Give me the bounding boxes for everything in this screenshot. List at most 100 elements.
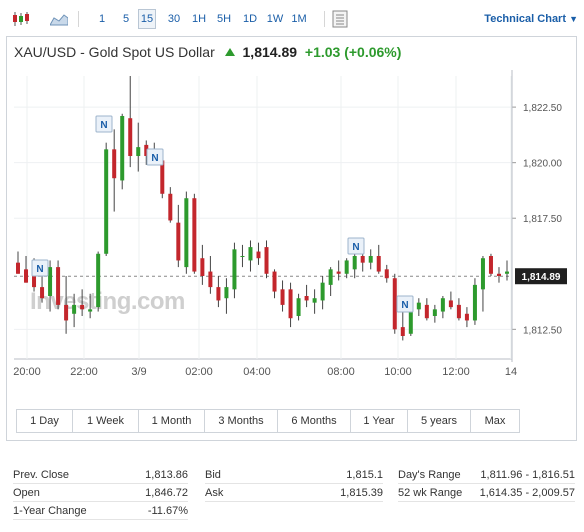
range-1-day[interactable]: 1 Day: [17, 410, 73, 432]
last-price-tag: 1,814.89: [522, 272, 561, 283]
x-tick-label: 04:00: [243, 366, 271, 378]
candle-body: [384, 269, 389, 279]
candle-body: [505, 271, 509, 274]
stat-value: 1,811.96 - 1,816.51: [480, 469, 575, 481]
candle-body: [184, 198, 189, 268]
news-marker-label: N: [100, 120, 107, 131]
stat-row: 1-Year Change -11.67%: [13, 502, 188, 520]
stat-row: Day's Range 1,811.96 - 1,816.51: [398, 466, 575, 484]
candle-body: [304, 296, 309, 301]
stat-label: Bid: [205, 469, 221, 481]
candle-body: [80, 304, 85, 310]
candle-body: [240, 256, 245, 257]
y-tick-label: 1,822.50: [523, 103, 562, 114]
range-1-week[interactable]: 1 Week: [73, 410, 139, 432]
stat-row: 52 wk Range 1,614.35 - 2,009.57: [398, 484, 575, 502]
candle-body: [264, 247, 269, 274]
x-tick-label: 10:00: [384, 366, 412, 378]
candle-body: [16, 262, 20, 274]
candle-body: [288, 289, 293, 319]
candle-body: [48, 267, 53, 296]
candle-body: [488, 256, 493, 274]
candle-body: [464, 313, 469, 321]
candle-body: [480, 258, 485, 290]
range-selector: 1 Day 1 Week 1 Month 3 Months 6 Months 1 Year…: [16, 409, 520, 433]
candle-body: [336, 271, 341, 274]
candle-body: [424, 304, 429, 319]
candle-body: [224, 287, 229, 299]
candle-body: [256, 251, 261, 259]
candle-body: [88, 309, 93, 312]
candle-body: [400, 327, 405, 336]
y-tick-label: 1,812.50: [523, 325, 562, 336]
candle-body: [40, 287, 45, 299]
x-tick-label: 3/9: [131, 366, 146, 378]
stat-label: Prev. Close: [13, 469, 70, 481]
candle-body: [448, 300, 453, 308]
stat-divider: [205, 501, 383, 502]
stat-value: 1,614.35 - 2,009.57: [479, 487, 575, 499]
candle-body: [312, 298, 317, 303]
candle-body: [456, 304, 461, 319]
range-6-months[interactable]: 6 Months: [278, 410, 351, 432]
candle-body: [120, 116, 125, 181]
candle-body: [296, 298, 301, 316]
candle-body: [168, 193, 173, 221]
y-tick-label: 1,817.50: [523, 214, 562, 225]
candle-body: [216, 287, 221, 301]
candle-body: [248, 247, 253, 261]
stat-divider: [398, 501, 575, 502]
candle-body: [208, 271, 213, 288]
stat-label: 1-Year Change: [13, 505, 87, 517]
news-marker-label: N: [352, 242, 359, 253]
stat-label: 52 wk Range: [398, 487, 463, 499]
stat-row: Bid 1,815.1: [205, 466, 383, 484]
news-marker-label: N: [401, 300, 408, 311]
stat-value: 1,815.1: [346, 469, 383, 481]
candle-body: [416, 302, 421, 310]
candle-body: [352, 256, 357, 270]
candle-body: [376, 256, 381, 272]
stat-row: Ask 1,815.39: [205, 484, 383, 502]
candle-body: [272, 271, 277, 292]
candle-body: [320, 282, 325, 301]
range-1-month[interactable]: 1 Month: [139, 410, 205, 432]
stat-label: Ask: [205, 487, 224, 499]
candle-body: [344, 260, 349, 274]
range-5-years[interactable]: 5 years: [408, 410, 471, 432]
candle-body: [280, 289, 285, 305]
candle-body: [104, 149, 109, 254]
candle-body: [392, 278, 397, 330]
stat-label: Open: [13, 487, 40, 499]
range-1-year[interactable]: 1 Year: [351, 410, 408, 432]
stat-value: 1,846.72: [145, 487, 188, 499]
candle-body: [192, 198, 197, 272]
stat-label: Day's Range: [398, 469, 461, 481]
candle-body: [368, 256, 373, 263]
x-tick-label: 14: [505, 366, 517, 378]
x-tick-label: 12:00: [442, 366, 470, 378]
candle-body: [328, 269, 333, 285]
candle-body: [72, 304, 77, 314]
candle-body: [200, 258, 205, 276]
candle-body: [360, 256, 365, 263]
range-max[interactable]: Max: [471, 410, 519, 432]
candle-body: [64, 304, 69, 321]
candle-body: [496, 273, 501, 276]
x-tick-label: 08:00: [327, 366, 355, 378]
x-tick-label: 22:00: [70, 366, 98, 378]
stat-value: 1,815.39: [340, 487, 383, 499]
candle-body: [432, 309, 437, 316]
watermark-logo: Investing.com: [30, 288, 185, 315]
stat-divider: [13, 519, 188, 520]
price-chart[interactable]: 1,822.50 1,820.00 1,817.50 1,812.50 20:00 22:…: [0, 0, 584, 400]
candle-body: [176, 222, 181, 261]
candle-body: [440, 298, 445, 312]
x-tick-label: 02:00: [185, 366, 213, 378]
range-3-months[interactable]: 3 Months: [205, 410, 278, 432]
news-marker-label: N: [151, 153, 158, 164]
stat-value: 1,813.86: [145, 469, 188, 481]
candle-body: [24, 269, 29, 283]
x-tick-label: 20:00: [13, 366, 41, 378]
candle-body: [96, 253, 101, 308]
